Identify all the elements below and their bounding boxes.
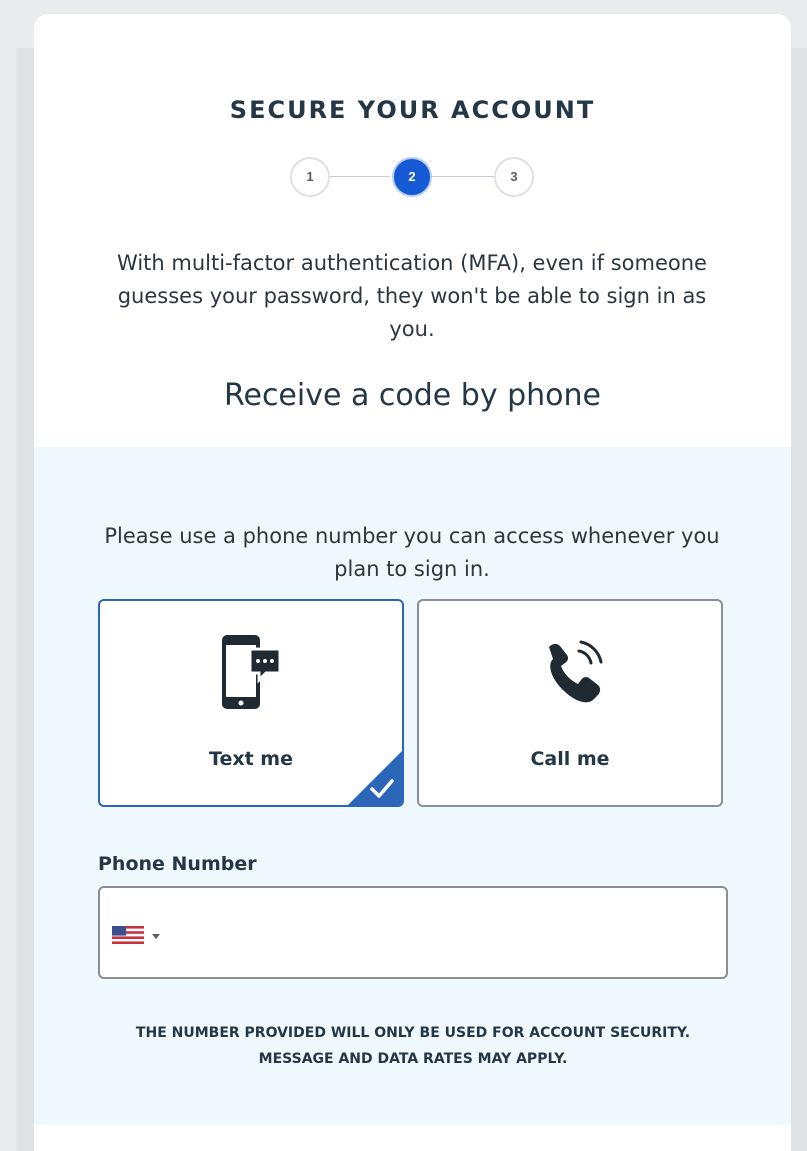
phone-call-icon (549, 640, 603, 703)
call-me-option[interactable]: Call me (417, 599, 723, 807)
selected-check-icon (348, 751, 402, 805)
stepper-connector (328, 176, 390, 177)
step-3: 3 (494, 157, 534, 197)
text-me-option[interactable]: Text me (98, 599, 404, 807)
mobile-message-icon (222, 635, 282, 709)
step-1: 1 (290, 157, 330, 197)
phone-number-label: Phone Number (98, 853, 257, 875)
chevron-down-icon (152, 934, 160, 939)
page-title: SECURE YOUR ACCOUNT (229, 96, 596, 124)
phone-number-field (98, 886, 728, 979)
mfa-setup-card: SECURE YOUR ACCOUNT 1 2 3 With multi-fac… (34, 14, 791, 1151)
country-select-button[interactable] (112, 924, 164, 946)
call-me-label: Call me (530, 748, 610, 770)
phone-hint-text: Please use a phone number you can access… (104, 524, 720, 581)
section-subtitle: Receive a code by phone (223, 378, 601, 413)
us-flag-icon (112, 926, 160, 944)
phone-number-input[interactable] (170, 900, 714, 966)
stepper-connector (432, 176, 494, 177)
step-2-current: 2 (392, 157, 432, 197)
mfa-intro-text: With multi-factor authentication (MFA), … (117, 251, 707, 341)
progress-stepper: 1 2 3 (290, 157, 536, 197)
phone-disclaimer: THE NUMBER PROVIDED WILL ONLY BE USED FO… (135, 1025, 691, 1067)
